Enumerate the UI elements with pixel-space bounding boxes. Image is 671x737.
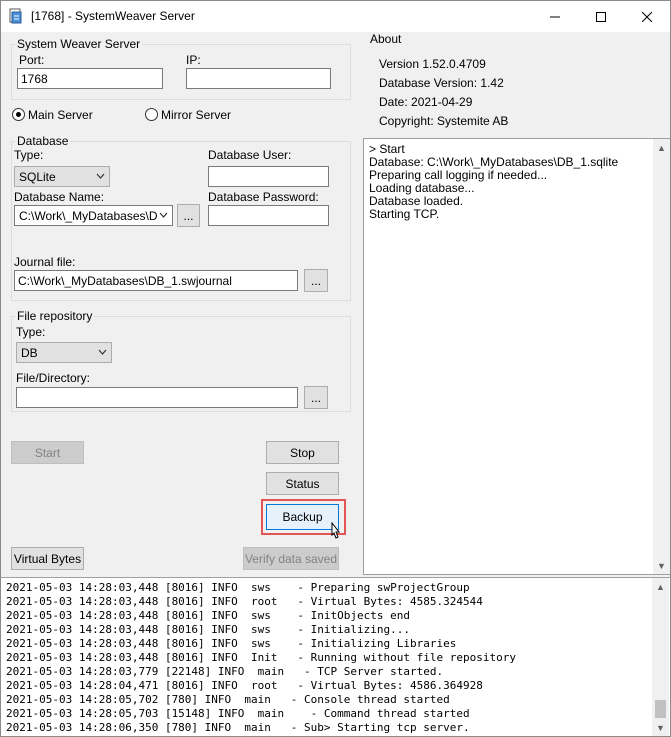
- main-window: [1768] - SystemWeaver Server System Weav…: [0, 0, 671, 737]
- mouse-pointer-icon: [331, 522, 341, 539]
- status-log-line: Loading database...: [369, 181, 475, 195]
- scroll-up-icon[interactable]: ▲: [652, 578, 669, 595]
- status-log-line: Database loaded.: [369, 194, 464, 208]
- console-line: 2021-05-03 14:28:03,448 [8016] INFO root…: [6, 595, 483, 608]
- db-type-select[interactable]: SQLite: [14, 166, 110, 187]
- repo-type-label: Type:: [16, 325, 46, 339]
- chevron-down-icon: [96, 173, 105, 179]
- db-name-label: Database Name:: [14, 190, 105, 204]
- verify-data-saved-button[interactable]: Verify data saved: [243, 547, 339, 570]
- scroll-down-icon[interactable]: ▼: [652, 719, 669, 736]
- app-icon: [9, 8, 22, 24]
- scroll-up-icon[interactable]: ▲: [653, 139, 670, 156]
- console-line: 2021-05-03 14:28:03,448 [8016] INFO Init…: [6, 651, 516, 664]
- journal-file-label: Journal file:: [14, 255, 76, 269]
- file-repository-legend: File repository: [15, 309, 95, 323]
- start-button[interactable]: Start: [11, 441, 84, 464]
- journal-browse-button[interactable]: ...: [304, 269, 328, 292]
- console-line: 2021-05-03 14:28:05,702 [780] INFO main …: [6, 693, 450, 706]
- server-group-legend: System Weaver Server: [15, 37, 143, 51]
- console-scrollbar[interactable]: ▲ ▼: [652, 578, 669, 736]
- maximize-icon: [596, 11, 606, 22]
- db-user-label: Database User:: [208, 148, 292, 162]
- status-log[interactable]: > Start Database: C:\Work\_MyDatabases\D…: [363, 138, 670, 575]
- about-copyright: Copyright: Systemite AB: [379, 114, 509, 128]
- ip-input[interactable]: [186, 68, 331, 89]
- close-button[interactable]: [624, 1, 670, 32]
- repo-type-value: DB: [21, 346, 38, 360]
- about-panel: About Version 1.52.0.4709 Database Versi…: [363, 32, 670, 135]
- port-input[interactable]: 1768: [17, 68, 163, 89]
- title-bar: [1768] - SystemWeaver Server: [1, 1, 670, 32]
- repo-dir-input[interactable]: [16, 387, 298, 408]
- status-button[interactable]: Status: [266, 472, 339, 495]
- close-icon: [642, 11, 652, 22]
- status-log-scrollbar[interactable]: ▲ ▼: [653, 139, 670, 574]
- mirror-server-radio[interactable]: [145, 108, 158, 121]
- status-log-line: Starting TCP.: [369, 207, 440, 221]
- console-line: 2021-05-03 14:28:03,448 [8016] INFO sws …: [6, 581, 470, 594]
- chevron-down-icon: [98, 349, 107, 355]
- about-db-version: Database Version: 1.42: [379, 76, 504, 90]
- console-line: 2021-05-03 14:28:06,350 [780] INFO main …: [6, 721, 470, 734]
- ip-label: IP:: [186, 53, 201, 67]
- about-legend: About: [370, 32, 402, 46]
- db-name-select[interactable]: C:\Work\_MyDatabases\DE: [14, 205, 173, 226]
- db-password-label: Database Password:: [208, 190, 319, 204]
- mirror-server-label[interactable]: Mirror Server: [161, 108, 231, 122]
- console-line: 2021-05-03 14:28:04,471 [8016] INFO root…: [6, 679, 483, 692]
- console-output[interactable]: 2021-05-03 14:28:03,448 [8016] INFO sws …: [1, 577, 670, 736]
- main-server-label[interactable]: Main Server: [28, 108, 93, 122]
- repo-type-select[interactable]: DB: [16, 342, 112, 363]
- db-type-label: Type:: [14, 148, 44, 162]
- console-line: 2021-05-03 14:28:03,779 [22148] INFO mai…: [6, 665, 444, 678]
- repo-dir-browse-button[interactable]: ...: [304, 386, 328, 409]
- repo-dir-label: File/Directory:: [16, 371, 91, 385]
- stop-button[interactable]: Stop: [266, 441, 339, 464]
- main-server-radio[interactable]: [12, 108, 25, 121]
- console-line: 2021-05-03 14:28:03,448 [8016] INFO sws …: [6, 637, 457, 650]
- console-line: 2021-05-03 14:28:03,448 [8016] INFO sws …: [6, 609, 410, 622]
- status-log-line: > Start: [369, 142, 405, 156]
- scroll-down-icon[interactable]: ▼: [653, 557, 670, 574]
- maximize-button[interactable]: [578, 1, 624, 32]
- scroll-thumb[interactable]: [655, 700, 666, 718]
- db-name-value: C:\Work\_MyDatabases\DE: [19, 209, 157, 223]
- console-line: 2021-05-03 14:28:03,448 [8016] INFO sws …: [6, 623, 410, 636]
- virtual-bytes-button[interactable]: Virtual Bytes: [11, 547, 84, 570]
- status-log-line: Database: C:\Work\_MyDatabases\DB_1.sqli…: [369, 155, 619, 169]
- status-log-line: Preparing call logging if needed...: [369, 168, 548, 182]
- database-group-legend: Database: [15, 134, 71, 148]
- port-label: Port:: [19, 53, 45, 67]
- minimize-icon: [550, 16, 560, 17]
- about-version: Version 1.52.0.4709: [379, 57, 486, 71]
- window-title: [1768] - SystemWeaver Server: [31, 9, 195, 23]
- db-name-browse-button[interactable]: ...: [177, 204, 200, 227]
- db-password-input[interactable]: [208, 205, 329, 226]
- chevron-down-icon: [159, 212, 168, 218]
- db-user-input[interactable]: [208, 166, 329, 187]
- console-line: 2021-05-03 14:28:05,703 [15148] INFO mai…: [6, 707, 470, 720]
- about-date: Date: 2021-04-29: [379, 95, 473, 109]
- journal-file-input[interactable]: C:\Work\_MyDatabases\DB_1.swjournal: [14, 270, 298, 291]
- db-type-value: SQLite: [19, 170, 56, 184]
- minimize-button[interactable]: [532, 1, 578, 32]
